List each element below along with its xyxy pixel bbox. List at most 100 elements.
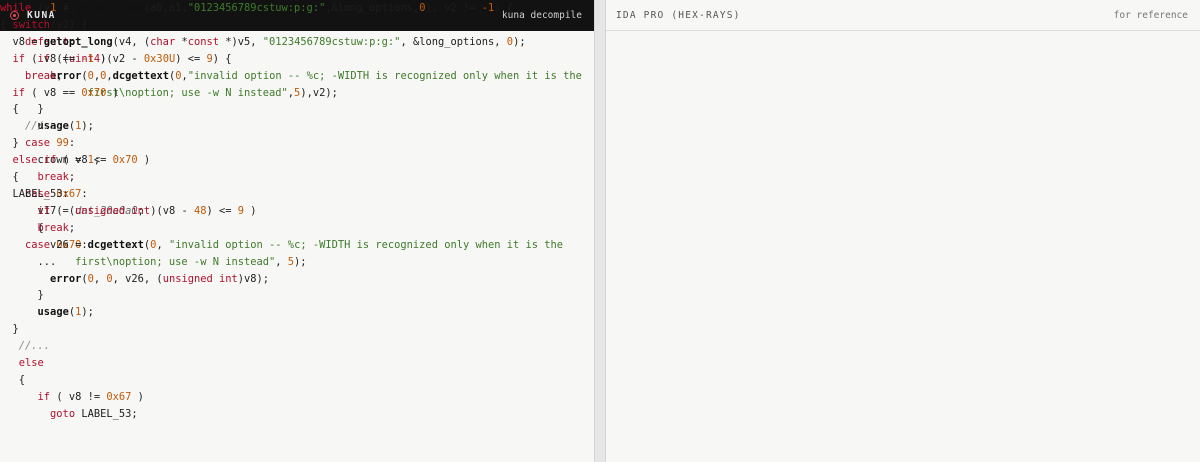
code-token: 48: [193, 204, 207, 217]
code-token: ( v8 ==: [25, 52, 82, 65]
code-token: }: [0, 323, 19, 336]
code-token: );: [81, 306, 94, 319]
code-token: ( v8 !=: [50, 390, 107, 403]
code-line: }: [0, 287, 563, 304]
code-line: v8 = getopt_long(v4, (char *const *)v5, …: [0, 34, 563, 51]
code-line: else if ( v8 <= 0x70 ): [0, 152, 563, 169]
code-token: first\noption; use -w N instead": [75, 255, 276, 268]
code-token: , &long_options,: [400, 35, 507, 48]
code-token: dcgettext: [87, 238, 144, 251]
code-token: , v26, (: [112, 272, 163, 285]
code-token: if: [43, 154, 57, 167]
code-token: *: [175, 35, 188, 48]
code-line: break;: [0, 68, 563, 85]
code-line: {: [0, 169, 563, 186]
code-token: (: [31, 2, 51, 14]
code-token: if: [37, 390, 51, 403]
code-token: {: [0, 221, 44, 234]
code-token: "0123456789cstuw:p:g:": [262, 35, 401, 48]
code-token: const: [187, 35, 219, 48]
code-line: if ( (unsigned int)(v8 - 48) <= 9 ): [0, 203, 563, 220]
code-line: first\noption; use -w N instead", 5);: [0, 254, 563, 271]
code-token: ( v8 <=: [56, 154, 113, 167]
code-token: ): [56, 2, 69, 14]
code-token: while: [0, 2, 32, 14]
code-token: ): [106, 86, 119, 99]
code-token: v26 =: [0, 238, 88, 251]
code-token: usage: [37, 306, 69, 319]
code-token: ( v8 ==: [25, 86, 82, 99]
code-token: (v4, (: [112, 35, 151, 48]
code-token: "invalid option -- %c; -WIDTH is recogni…: [168, 238, 564, 251]
code-token: );: [294, 255, 307, 268]
code-line: usage(1);: [0, 304, 563, 321]
code-token: error: [50, 272, 82, 285]
code-token: ): [244, 204, 257, 217]
code-token: else: [12, 154, 38, 167]
code-token: v8 =: [0, 35, 44, 48]
code-token: ,: [93, 272, 107, 285]
code-line: if ( v8 != 0x67 ): [0, 389, 563, 406]
code-token: 0x70: [112, 154, 138, 167]
panel-subtitle: for reference: [1113, 9, 1188, 21]
code-line: {: [0, 372, 563, 389]
code-token: //...: [18, 340, 51, 353]
ida-panel-header: IDA PRO (HEX-RAYS) for reference: [606, 0, 1200, 31]
code-token: -1: [81, 52, 94, 65]
code-token: int: [131, 204, 151, 217]
code-token: {: [0, 103, 19, 116]
code-line: {: [0, 220, 563, 237]
code-line: error(0, 0, v26, (unsigned int)v8);: [0, 271, 563, 288]
code-token: if: [37, 204, 51, 217]
code-token: getopt_long: [43, 35, 113, 48]
panel-divider[interactable]: [594, 0, 606, 462]
code-token: else: [18, 357, 44, 370]
code-token: LABEL_53;: [75, 407, 138, 420]
code-token: LABEL_53:: [0, 187, 69, 200]
code-line: v26 = dcgettext(0, "invalid option -- %c…: [0, 237, 563, 254]
code-token: ( (: [50, 204, 76, 217]
code-token: {: [0, 373, 26, 386]
ida-code-view: while ( 1 ){ v8 = getopt_long(v4, (char …: [0, 0, 563, 423]
code-line: }: [0, 321, 563, 338]
code-token: unsigned: [75, 204, 126, 217]
code-token: {: [0, 18, 7, 31]
code-token: break: [25, 69, 57, 82]
code-token: ): [93, 52, 107, 65]
code-token: }: [0, 289, 44, 302]
code-token: char: [150, 35, 176, 48]
panel-title: IDA PRO (HEX-RAYS): [616, 9, 741, 21]
code-token: ): [137, 154, 151, 167]
code-token: ,: [156, 238, 169, 251]
code-line: else: [0, 355, 563, 372]
code-line: LABEL_53:: [0, 186, 563, 203]
code-token: ): [131, 390, 144, 403]
code-token: {: [0, 171, 19, 184]
code-token: ,: [275, 255, 288, 268]
code-line: {: [0, 101, 563, 118]
code-token: );: [513, 35, 526, 48]
code-line: {: [0, 17, 563, 34]
code-line: //...: [0, 338, 563, 355]
code-token: if: [12, 86, 26, 99]
code-token: ) <=: [206, 204, 238, 217]
code-token: ///...: [25, 120, 63, 133]
code-token: 0x67: [106, 390, 132, 403]
code-token: if: [12, 52, 26, 65]
code-line: goto LABEL_53;: [0, 406, 563, 423]
code-token: )v8);: [237, 272, 270, 285]
code-token: *)v5,: [219, 35, 263, 48]
ida-panel: IDA PRO (HEX-RAYS) for reference: [606, 0, 1200, 462]
code-token: }: [0, 137, 19, 150]
